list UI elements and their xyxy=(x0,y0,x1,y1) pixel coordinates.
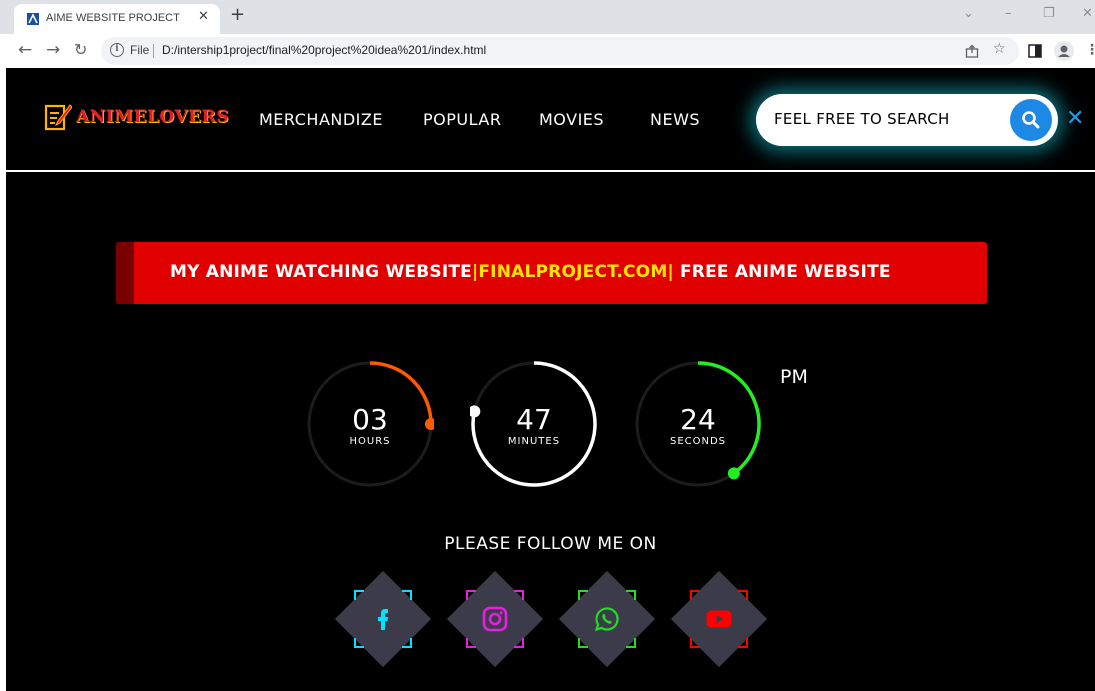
site-header: ANIMELOVERS MERCHANDIZE POPULAR MOVIES N… xyxy=(6,68,1095,172)
social-corner-accent xyxy=(578,590,588,600)
site-logo[interactable]: ANIMELOVERS xyxy=(44,102,228,134)
marquee-banner: MY ANIME WATCHING WEBSITE|FINALPROJECT.C… xyxy=(116,242,987,304)
search-input[interactable]: FEEL FREE TO SEARCH xyxy=(774,110,950,128)
page-viewport: ANIMELOVERS MERCHANDIZE POPULAR MOVIES N… xyxy=(6,68,1095,691)
banner-text-highlight: |FINALPROJECT.COM| xyxy=(471,262,674,282)
nav-news[interactable]: NEWS xyxy=(650,110,700,129)
banner-accent xyxy=(116,242,134,304)
social-corner-accent xyxy=(738,638,748,648)
file-label: File xyxy=(130,43,150,57)
social-corner-accent xyxy=(690,638,700,648)
seconds-value: 24 xyxy=(680,403,716,436)
minutes-unit: MINUTES xyxy=(507,436,561,447)
bookmark-star-icon[interactable]: ☆ xyxy=(993,41,1006,57)
social-corner-accent xyxy=(578,638,588,648)
instagram-icon xyxy=(482,606,508,632)
notepad-pencil-icon xyxy=(44,104,72,131)
banner-text-part1: MY ANIME WATCHING WEBSITE xyxy=(170,262,472,282)
whatsapp-icon xyxy=(594,607,619,632)
social-corner-accent xyxy=(514,590,524,600)
seconds-ring-dot xyxy=(727,467,740,480)
search-button[interactable] xyxy=(1010,99,1052,141)
youtube-link[interactable] xyxy=(670,570,768,668)
browser-tab-strip: AIME WEBSITE PROJECT ✕ + ⌄ – ❐ ✕ xyxy=(0,0,1095,34)
social-corner-accent xyxy=(402,590,412,600)
banner-text: MY ANIME WATCHING WEBSITE|FINALPROJECT.C… xyxy=(170,262,891,282)
social-corner-accent xyxy=(402,638,412,648)
nav-movies[interactable]: MOVIES xyxy=(539,110,604,129)
restore-icon[interactable]: ❐ xyxy=(1043,6,1055,21)
search-box[interactable]: FEEL FREE TO SEARCH xyxy=(756,94,1058,146)
close-search-icon[interactable]: ✕ xyxy=(1066,106,1084,131)
hours-value: 03 xyxy=(352,403,388,436)
youtube-icon xyxy=(706,610,732,628)
am-pm-indicator: PM xyxy=(780,366,808,388)
social-corner-accent xyxy=(514,638,524,648)
minutes-dial: 47 MINUTES xyxy=(470,360,598,488)
banner-text-part2: FREE ANIME WEBSITE xyxy=(673,262,891,282)
social-corner-accent xyxy=(354,638,364,648)
reload-icon[interactable]: ↻ xyxy=(74,40,87,59)
browser-toolbar: ← → ↻ i File D:/intership1project/final%… xyxy=(0,34,1095,68)
social-corner-accent xyxy=(738,590,748,600)
seconds-dial: 24 SECONDS xyxy=(634,360,762,488)
tab-close-icon[interactable]: ✕ xyxy=(198,9,209,24)
search-icon xyxy=(1022,111,1040,129)
whatsapp-link[interactable] xyxy=(558,570,656,668)
new-tab-icon[interactable]: + xyxy=(230,4,245,25)
facebook-icon xyxy=(378,609,388,630)
minimize-icon[interactable]: – xyxy=(1005,6,1012,21)
seconds-unit: SECONDS xyxy=(669,436,727,447)
instagram-link[interactable] xyxy=(446,570,544,668)
address-bar[interactable]: i File D:/intership1project/final%20proj… xyxy=(101,37,1019,65)
side-panel-icon[interactable] xyxy=(1028,44,1042,58)
social-corner-accent xyxy=(626,590,636,600)
profile-avatar-icon[interactable] xyxy=(1054,41,1074,61)
nav-popular[interactable]: POPULAR xyxy=(423,110,501,129)
tab-search-icon[interactable]: ⌄ xyxy=(963,6,974,21)
nav-merchandize[interactable]: MERCHANDIZE xyxy=(259,110,383,129)
back-icon[interactable]: ← xyxy=(18,40,32,60)
share-icon[interactable] xyxy=(965,44,979,58)
social-corner-accent xyxy=(354,590,364,600)
info-icon[interactable]: i xyxy=(110,43,124,57)
browser-tab[interactable]: AIME WEBSITE PROJECT ✕ xyxy=(14,4,220,34)
social-corner-accent xyxy=(690,590,700,600)
social-corner-accent xyxy=(466,590,476,600)
social-corner-accent xyxy=(626,638,636,648)
hours-unit: HOURS xyxy=(349,436,391,447)
window-close-icon[interactable]: ✕ xyxy=(1082,6,1093,21)
social-corner-accent xyxy=(466,638,476,648)
logo-text: ANIMELOVERS xyxy=(76,107,229,127)
hours-dial: 03 HOURS xyxy=(306,360,434,488)
page-favicon-icon xyxy=(27,13,39,25)
follow-heading: PLEASE FOLLOW ME ON xyxy=(444,534,657,554)
url-text[interactable]: D:/intership1project/final%20project%20i… xyxy=(162,43,486,57)
tab-title: AIME WEBSITE PROJECT xyxy=(46,12,180,24)
facebook-link[interactable] xyxy=(334,570,432,668)
menu-kebab-icon[interactable]: ⋮ xyxy=(1085,42,1095,58)
omnibox-divider xyxy=(153,44,154,58)
minutes-value: 47 xyxy=(516,403,552,436)
forward-icon[interactable]: → xyxy=(46,40,60,60)
